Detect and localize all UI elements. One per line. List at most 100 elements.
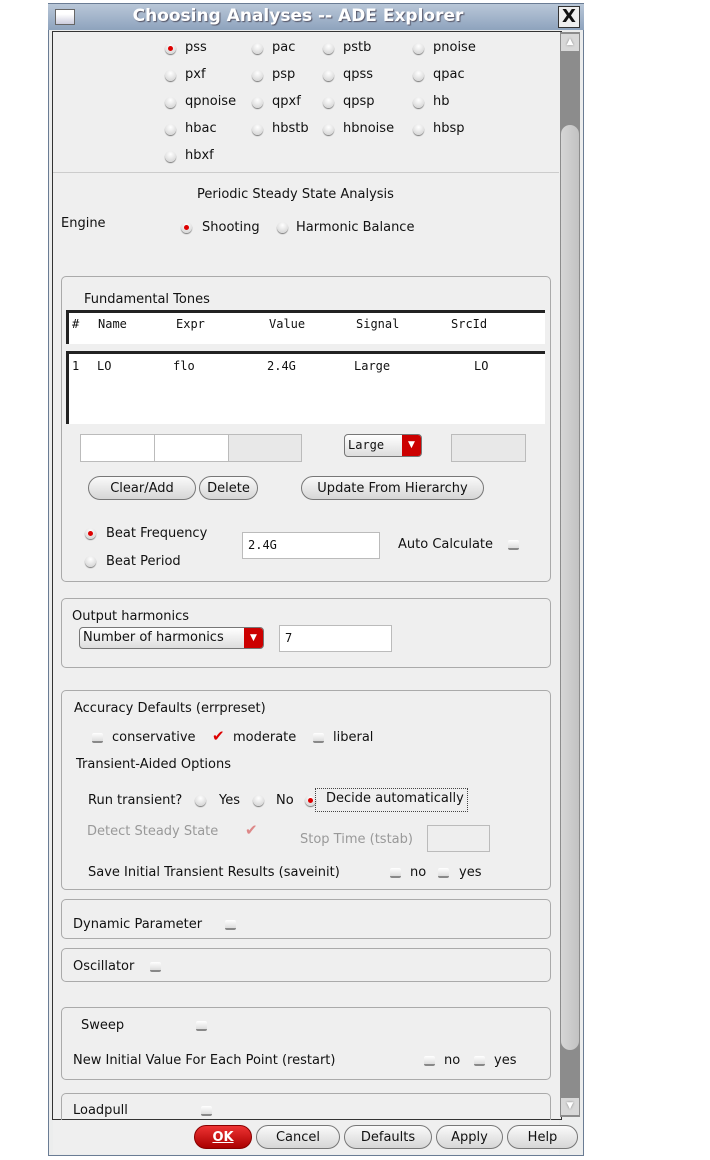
- analysis-hbstb-label[interactable]: hbstb: [272, 121, 309, 137]
- analysis-qpac-label[interactable]: qpac: [433, 67, 465, 83]
- analysis-psp-radio[interactable]: [252, 70, 263, 81]
- saveinit-no-label[interactable]: no: [410, 865, 426, 881]
- analysis-hbsp-label[interactable]: hbsp: [433, 121, 465, 137]
- restart-label: New Initial Value For Each Point (restar…: [73, 1053, 336, 1068]
- beat-frequency-radio[interactable]: [85, 528, 96, 539]
- analysis-qpss-radio[interactable]: [323, 70, 334, 81]
- analysis-qpss-label[interactable]: qpss: [343, 67, 373, 83]
- update-hierarchy-button[interactable]: Update From Hierarchy: [301, 476, 484, 500]
- no-label[interactable]: No: [276, 793, 294, 809]
- analysis-hbstb-radio[interactable]: [252, 124, 263, 135]
- run-transient-label: Run transient?: [88, 793, 183, 808]
- analysis-qpnoise-label[interactable]: qpnoise: [185, 94, 236, 110]
- harmonics-select[interactable]: Number of harmonics ▼: [79, 627, 264, 649]
- liberal-checkbox[interactable]: [313, 733, 324, 743]
- analysis-pstb-radio[interactable]: [323, 43, 334, 54]
- yes-label[interactable]: Yes: [219, 793, 240, 809]
- beat-value-input[interactable]: 2.4G: [242, 532, 380, 559]
- analysis-pss-label[interactable]: pss: [185, 40, 207, 56]
- analysis-qpnoise-radio[interactable]: [165, 97, 176, 108]
- cancel-button[interactable]: Cancel: [256, 1125, 340, 1149]
- apply-button[interactable]: Apply: [436, 1125, 503, 1149]
- analysis-pxf-radio[interactable]: [165, 70, 176, 81]
- conservative-label[interactable]: conservative: [112, 730, 196, 746]
- clear-add-button[interactable]: Clear/Add: [88, 476, 196, 500]
- tones-label: Fundamental Tones: [84, 292, 210, 307]
- harmonics-input[interactable]: 7: [279, 625, 392, 652]
- window-title: Choosing Analyses -- ADE Explorer: [132, 6, 464, 26]
- analysis-qpac-radio[interactable]: [413, 70, 424, 81]
- saveinit-no-checkbox[interactable]: [390, 868, 401, 878]
- engine-hb-radio[interactable]: [277, 222, 288, 233]
- analysis-hb-radio[interactable]: [413, 97, 424, 108]
- output-harmonics-label: Output harmonics: [72, 609, 189, 624]
- analysis-pnoise-label[interactable]: pnoise: [433, 40, 476, 56]
- col-header: Name: [98, 317, 127, 331]
- moderate-checkbox[interactable]: ✔: [212, 729, 225, 744]
- chevron-down-icon: ▼: [402, 435, 421, 456]
- analysis-hbsp-radio[interactable]: [413, 124, 424, 135]
- saveinit-yes-checkbox[interactable]: [438, 868, 449, 878]
- moderate-label[interactable]: moderate: [233, 730, 296, 746]
- analysis-pnoise-radio[interactable]: [413, 43, 424, 54]
- help-button[interactable]: Help: [507, 1125, 578, 1149]
- col-header: Value: [269, 317, 306, 331]
- engine-label: Engine: [61, 216, 106, 231]
- analysis-pxf-label[interactable]: pxf: [185, 67, 206, 83]
- engine-shooting-radio[interactable]: [181, 222, 192, 233]
- run-transient-no-radio[interactable]: [253, 795, 264, 806]
- analysis-hbxf-radio[interactable]: [165, 151, 176, 162]
- loadpull-checkbox[interactable]: [201, 1106, 212, 1116]
- delete-button[interactable]: Delete: [199, 476, 258, 500]
- analysis-hbnoise-label[interactable]: hbnoise: [343, 121, 394, 137]
- analysis-hb-label[interactable]: hb: [433, 94, 450, 110]
- dynamic-parameter-checkbox[interactable]: [225, 920, 236, 930]
- analysis-qpxf-radio[interactable]: [252, 97, 263, 108]
- cell: 1: [72, 359, 80, 373]
- restart-no-checkbox[interactable]: [424, 1056, 435, 1066]
- restart-yes-label[interactable]: yes: [494, 1053, 516, 1069]
- decide-automatically-label[interactable]: Decide automatically: [315, 788, 468, 812]
- beat-frequency-label[interactable]: Beat Frequency: [106, 526, 207, 542]
- saveinit-label: Save Initial Transient Results (saveinit…: [88, 865, 340, 880]
- analysis-hbnoise-radio[interactable]: [323, 124, 334, 135]
- detect-steady-state-checkbox: ✔: [245, 821, 258, 839]
- tone-expr-input[interactable]: [154, 434, 229, 462]
- auto-calculate-checkbox[interactable]: [508, 540, 519, 550]
- oscillator-checkbox[interactable]: [150, 962, 161, 972]
- analysis-pac-label[interactable]: pac: [272, 40, 295, 56]
- beat-period-radio[interactable]: [85, 556, 96, 567]
- analysis-qpsp-label[interactable]: qpsp: [343, 94, 375, 110]
- transient-options-label: Transient-Aided Options: [76, 757, 232, 772]
- scroll-down-icon[interactable]: ▼: [561, 1098, 579, 1115]
- run-transient-yes-radio[interactable]: [195, 795, 206, 806]
- close-button[interactable]: X: [558, 6, 580, 28]
- engine-hb-label[interactable]: Harmonic Balance: [296, 220, 414, 236]
- sweep-label: Sweep: [81, 1018, 125, 1033]
- scroll-up-icon[interactable]: ▲: [561, 34, 579, 51]
- dynamic-parameter-label: Dynamic Parameter: [73, 917, 203, 932]
- saveinit-yes-label[interactable]: yes: [459, 865, 481, 881]
- sweep-checkbox[interactable]: [196, 1021, 207, 1031]
- tone-name-input[interactable]: [80, 434, 155, 462]
- analysis-hbxf-label[interactable]: hbxf: [185, 148, 214, 164]
- restart-no-label[interactable]: no: [444, 1053, 460, 1069]
- liberal-label[interactable]: liberal: [333, 730, 373, 746]
- restart-yes-checkbox[interactable]: [474, 1056, 485, 1066]
- analysis-qpsp-radio[interactable]: [323, 97, 334, 108]
- beat-period-label[interactable]: Beat Period: [106, 554, 181, 570]
- scrollbar-thumb[interactable]: [561, 125, 579, 1050]
- analysis-qpxf-label[interactable]: qpxf: [272, 94, 301, 110]
- loadpull-label: Loadpull: [73, 1103, 128, 1118]
- engine-shooting-label[interactable]: Shooting: [202, 220, 260, 236]
- defaults-button[interactable]: Defaults: [344, 1125, 432, 1149]
- ok-button[interactable]: OK: [194, 1125, 252, 1149]
- analysis-pac-radio[interactable]: [252, 43, 263, 54]
- analysis-hbac-radio[interactable]: [165, 124, 176, 135]
- analysis-hbac-label[interactable]: hbac: [185, 121, 217, 137]
- analysis-pss-radio[interactable]: [165, 43, 176, 54]
- signal-select[interactable]: Large ▼: [344, 434, 422, 457]
- analysis-pstb-label[interactable]: pstb: [343, 40, 371, 56]
- conservative-checkbox[interactable]: [92, 733, 103, 743]
- analysis-psp-label[interactable]: psp: [272, 67, 295, 83]
